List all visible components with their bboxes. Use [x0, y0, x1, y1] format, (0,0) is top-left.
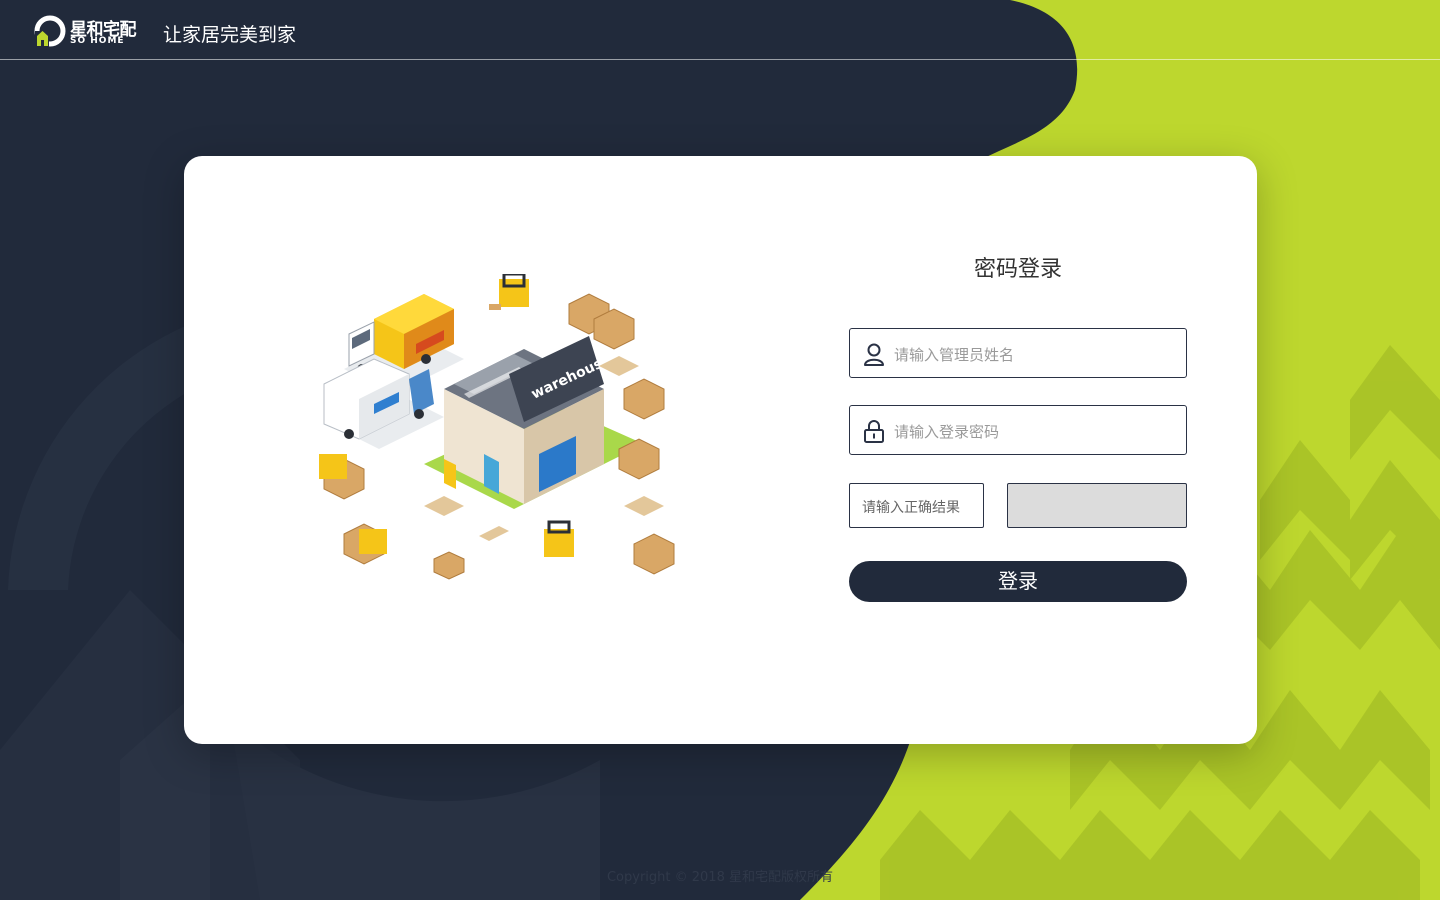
captcha-input[interactable]: 请输入正确结果: [849, 483, 984, 528]
slogan: 让家居完美到家: [163, 24, 297, 46]
password-field[interactable]: 请输入登录密码: [849, 405, 1187, 455]
sohome-logo-icon: [34, 15, 66, 47]
username-field[interactable]: 请输入管理员姓名: [849, 328, 1187, 378]
username-placeholder: 请输入管理员姓名: [894, 346, 1015, 364]
captcha-placeholder: 请输入正确结果: [862, 500, 960, 516]
brand-name-en: SO HOME: [70, 36, 125, 46]
login-card: warehouse 密码登录 请输入管理员姓名 请输入登录密码 请输入正确结果 …: [184, 156, 1257, 744]
login-title: 密码登录: [973, 257, 1062, 282]
top-header: 星和宅配 SO HOME 让家居完美到家: [0, 0, 1440, 60]
password-placeholder: 请输入登录密码: [894, 423, 1000, 441]
lock-icon: [864, 420, 884, 443]
copyright-text: Copyright © 2018 星和宅配版权所有: [606, 870, 833, 885]
brand-logo[interactable]: 星和宅配 SO HOME: [34, 15, 144, 49]
login-button[interactable]: 登录: [849, 561, 1187, 602]
user-icon: [864, 343, 884, 366]
warehouse-logistics-illustration: warehouse: [319, 274, 675, 580]
captcha-image[interactable]: [1007, 483, 1187, 528]
